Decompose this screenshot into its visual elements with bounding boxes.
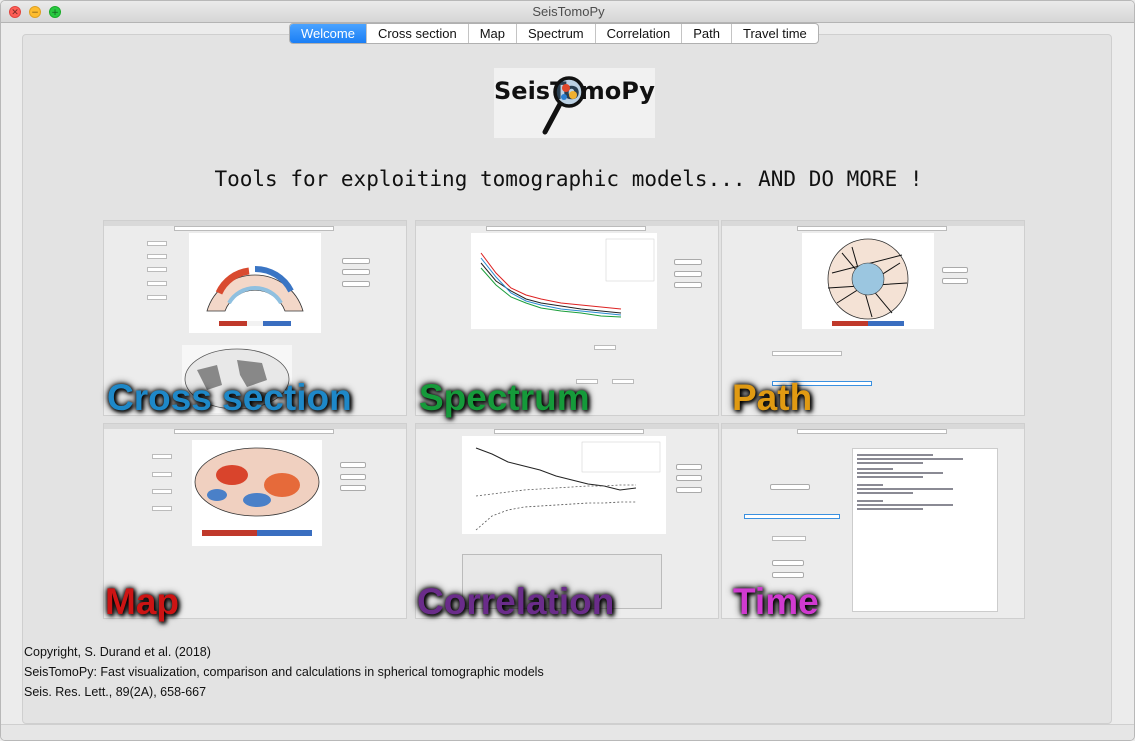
path-label: Path bbox=[732, 377, 813, 418]
window-title: SeisTomoPy bbox=[532, 4, 605, 19]
tagline: Tools for exploiting tomographic models.… bbox=[214, 167, 923, 191]
spectrum-plot-thumbnail bbox=[471, 233, 657, 329]
map-plot-thumbnail bbox=[192, 440, 322, 546]
tab-path[interactable]: Path bbox=[682, 24, 732, 43]
tab-travel-time[interactable]: Travel time bbox=[732, 24, 818, 43]
journal-reference-text: Seis. Res. Lett., 89(2A), 658-667 bbox=[24, 685, 207, 699]
credits: Copyright, S. Durand et al. (2018) SeisT… bbox=[24, 642, 544, 702]
cross-section-plot-thumbnail bbox=[189, 233, 321, 333]
travel-time-output-thumbnail bbox=[852, 448, 998, 612]
copyright-text: Copyright, S. Durand et al. (2018) bbox=[24, 645, 211, 659]
magnifier-logo-icon bbox=[542, 76, 585, 135]
tab-map[interactable]: Map bbox=[469, 24, 517, 43]
app-window: ✕ − + SeisTomoPy Welcome Cross section M… bbox=[0, 0, 1135, 741]
close-window-icon[interactable]: ✕ bbox=[9, 6, 21, 18]
map-label: Map bbox=[105, 581, 179, 622]
zoom-window-icon[interactable]: + bbox=[49, 6, 61, 18]
tab-spectrum[interactable]: Spectrum bbox=[517, 24, 596, 43]
title-bar: ✕ − + SeisTomoPy bbox=[1, 1, 1134, 23]
tab-bar: Welcome Cross section Map Spectrum Corre… bbox=[289, 23, 819, 44]
tab-cross-section[interactable]: Cross section bbox=[367, 24, 469, 43]
minimize-window-icon[interactable]: − bbox=[29, 6, 41, 18]
correlation-label: Correlation bbox=[417, 581, 615, 622]
seistomopy-logo: SeisTomoPy bbox=[494, 68, 655, 138]
time-label: Time bbox=[733, 581, 819, 622]
spectrum-label: Spectrum bbox=[419, 377, 590, 418]
paper-title-text: SeisTomoPy: Fast visualization, comparis… bbox=[24, 665, 544, 679]
bottom-bar bbox=[1, 724, 1134, 740]
cross-section-label: Cross section bbox=[107, 377, 352, 418]
path-plot-thumbnail bbox=[802, 233, 934, 329]
tab-welcome[interactable]: Welcome bbox=[290, 24, 367, 43]
tab-correlation[interactable]: Correlation bbox=[596, 24, 683, 43]
correlation-plot-thumbnail bbox=[462, 436, 666, 534]
